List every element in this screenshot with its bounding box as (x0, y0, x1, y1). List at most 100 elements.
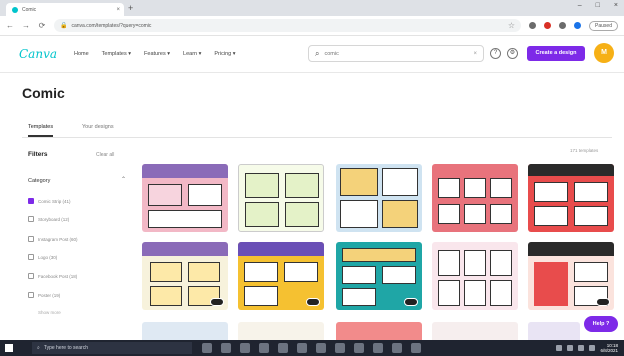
tray-icon[interactable] (567, 345, 574, 351)
chevron-up-icon[interactable]: ⌃ (121, 176, 126, 183)
bookmark-star-icon[interactable]: ☆ (508, 21, 515, 30)
taskbar-search-placeholder: Type here to search (43, 345, 89, 351)
template-thumbnail[interactable] (528, 322, 580, 340)
template-thumbnail[interactable] (336, 322, 422, 340)
top-navigation: Home Templates ▾ Features ▾ Learn ▾ Pric… (74, 51, 236, 57)
template-thumbnail[interactable] (432, 164, 518, 232)
search-input[interactable] (324, 50, 469, 57)
user-avatar[interactable]: M (594, 43, 614, 63)
extension-icon[interactable] (529, 22, 537, 29)
canva-favicon-icon (12, 6, 18, 13)
template-thumbnail[interactable] (142, 322, 228, 340)
gear-icon[interactable]: ⚙ (507, 48, 518, 59)
tray-icon[interactable] (589, 345, 596, 351)
filter-label: Facebook Post (18) (38, 273, 78, 279)
windows-start-icon[interactable] (5, 344, 13, 352)
app-icon[interactable] (278, 343, 288, 353)
template-thumbnail[interactable] (142, 164, 228, 232)
checkbox-checked[interactable] (28, 198, 34, 204)
app-icon[interactable] (297, 343, 307, 353)
nav-home[interactable]: Home (74, 51, 89, 57)
search-box[interactable]: ⌕ × (308, 45, 484, 62)
tab-templates[interactable]: Templates (28, 124, 54, 137)
help-icon[interactable]: ? (490, 48, 501, 59)
app-icon[interactable] (392, 343, 402, 353)
reload-button[interactable]: ⟳ (38, 21, 46, 30)
extension-icon[interactable] (559, 22, 567, 29)
close-window-button[interactable]: × (614, 2, 618, 9)
checkbox[interactable] (28, 216, 34, 222)
task-view-icon[interactable] (202, 343, 212, 353)
minimize-button[interactable]: – (578, 2, 582, 9)
forward-button[interactable]: → (22, 21, 30, 30)
template-thumbnail[interactable] (336, 164, 422, 232)
help-button[interactable]: Help ? (584, 316, 618, 332)
show-more-link[interactable]: Show more (38, 310, 61, 315)
template-thumbnail[interactable] (238, 164, 324, 232)
checkbox[interactable] (28, 273, 34, 279)
app-icon[interactable] (335, 343, 345, 353)
template-thumbnail[interactable] (142, 242, 228, 310)
animated-badge-icon (210, 298, 224, 306)
animated-badge-icon (306, 298, 320, 306)
checkbox[interactable] (28, 292, 34, 298)
system-tray: 10:18 6/8/2021 (556, 343, 618, 353)
back-button[interactable]: ← (6, 21, 14, 30)
nav-templates[interactable]: Templates ▾ (102, 51, 131, 57)
template-thumbnail[interactable] (432, 322, 518, 340)
category-heading: Category (28, 178, 51, 184)
tray-icon[interactable] (556, 345, 563, 351)
app-icon[interactable] (221, 343, 231, 353)
template-thumbnail[interactable] (238, 322, 324, 340)
taskbar-apps (202, 343, 421, 353)
app-icon[interactable] (240, 343, 250, 353)
template-thumbnail[interactable] (336, 242, 422, 310)
profile-avatar-icon[interactable] (574, 22, 582, 29)
filter-label: Instagram Post (60) (38, 236, 78, 242)
tab-your-designs[interactable]: Your designs (82, 124, 114, 130)
clear-search-icon[interactable]: × (473, 51, 477, 57)
taskbar-clock[interactable]: 10:18 6/8/2021 (600, 343, 618, 353)
filter-label: Poster (19) (38, 292, 61, 298)
filter-label: Storyboard (12) (38, 216, 70, 222)
app-icon[interactable] (373, 343, 383, 353)
checkbox[interactable] (28, 254, 34, 260)
app-icon[interactable] (354, 343, 364, 353)
app-icon[interactable] (259, 343, 269, 353)
animated-badge-icon (596, 298, 610, 306)
app-icon[interactable] (316, 343, 326, 353)
taskbar-search-box[interactable]: ⌕ Type here to search (32, 342, 192, 354)
clear-all-link[interactable]: Clear all (96, 152, 114, 158)
maximize-button[interactable]: □ (596, 2, 600, 9)
address-bar[interactable]: 🔒 canva.com/templates/?query=comic ☆ (54, 19, 522, 32)
canva-logo[interactable]: Canva (19, 47, 57, 61)
search-icon: ⌕ (315, 48, 320, 58)
filter-option[interactable]: Comic Strip (41) (28, 198, 71, 204)
filter-option[interactable]: Facebook Post (18) (28, 273, 77, 279)
template-thumbnail[interactable] (238, 242, 324, 310)
template-thumbnail[interactable] (432, 242, 518, 310)
template-thumbnail[interactable] (528, 164, 614, 232)
page-title: Comic (22, 85, 65, 101)
filter-option[interactable]: Poster (19) (28, 292, 60, 298)
nav-pricing[interactable]: Pricing ▾ (214, 51, 235, 57)
browser-tab[interactable]: Comic × (6, 3, 124, 16)
window-controls: – □ × (578, 2, 618, 9)
filter-option[interactable]: Logo (30) (28, 254, 57, 260)
nav-learn[interactable]: Learn ▾ (183, 51, 201, 57)
template-thumbnail[interactable] (528, 242, 614, 310)
extension-icon[interactable] (544, 22, 552, 29)
filter-label: Logo (30) (38, 254, 58, 260)
new-tab-button[interactable]: + (128, 3, 133, 13)
tab-close-icon[interactable]: × (116, 7, 120, 13)
tray-icon[interactable] (578, 345, 585, 351)
filter-option[interactable]: Instagram Post (60) (28, 236, 78, 242)
profile-status[interactable]: Paused (589, 20, 618, 31)
filters-heading: Filters (28, 151, 48, 158)
create-design-button[interactable]: Create a design (527, 46, 585, 61)
nav-features[interactable]: Features ▾ (144, 51, 170, 57)
app-icon[interactable] (411, 343, 421, 353)
filter-option[interactable]: Storyboard (12) (28, 216, 69, 222)
lock-icon: 🔒 (60, 23, 68, 29)
checkbox[interactable] (28, 236, 34, 242)
